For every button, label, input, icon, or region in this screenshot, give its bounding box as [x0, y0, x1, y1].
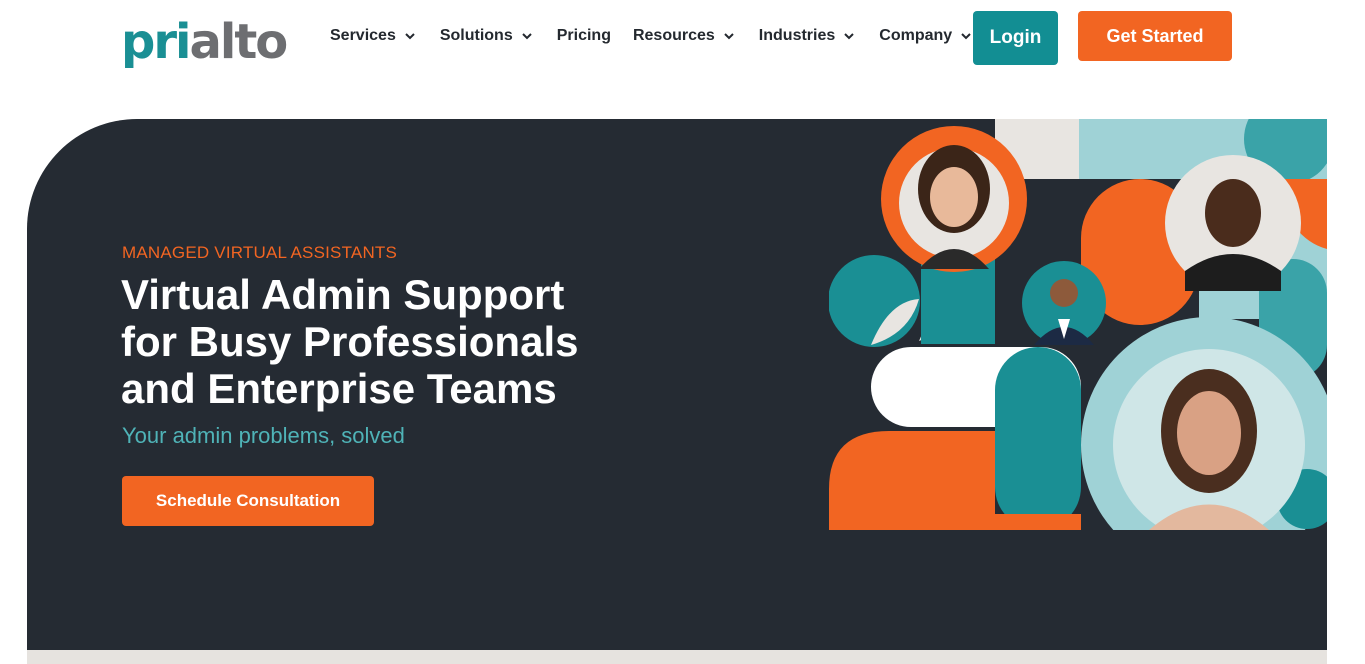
hero-eyebrow: MANAGED VIRTUAL ASSISTANTS	[122, 243, 398, 262]
site-header: pri alto Services Solutions Pricing Resou…	[0, 0, 1365, 80]
hero-headline: Virtual Admin Support for Busy Professio…	[121, 271, 641, 412]
nav-label: Resources	[632, 27, 715, 44]
hero-mosaic-image	[829, 119, 1327, 530]
logo-text-pri: pri	[121, 14, 191, 70]
hero-subline: Your admin problems, solved	[122, 423, 405, 448]
prialto-logo[interactable]: pri alto	[121, 12, 288, 72]
login-button[interactable]: Login	[973, 11, 1058, 65]
schedule-consultation-button[interactable]: Schedule Consultation	[122, 476, 374, 526]
headline-line: and Enterprise Teams	[121, 365, 557, 412]
chevron-down-icon	[724, 33, 734, 40]
chevron-down-icon	[961, 33, 971, 40]
next-section-edge	[27, 650, 1327, 664]
chevron-down-icon	[844, 33, 854, 40]
chevron-down-icon	[522, 33, 532, 40]
nav-item-pricing[interactable]: Pricing	[557, 24, 611, 48]
nav-label: Services	[330, 27, 396, 44]
headline-line: for Busy Professionals	[121, 318, 579, 365]
nav-label: Company	[879, 27, 953, 44]
nav-label: Industries	[758, 27, 836, 44]
nav-label: Solutions	[439, 27, 513, 44]
headline-line: Virtual Admin Support	[121, 271, 565, 318]
hero-section: MANAGED VIRTUAL ASSISTANTS Virtual Admin…	[27, 119, 1327, 650]
logo-text-alto: alto	[189, 14, 288, 70]
nav-item-industries[interactable]: Industries	[759, 24, 857, 48]
nav-item-services[interactable]: Services	[330, 24, 418, 48]
nav-item-company[interactable]: Company	[879, 24, 974, 48]
nav-label: Pricing	[556, 27, 611, 44]
get-started-button[interactable]: Get Started	[1078, 11, 1232, 61]
nav-item-solutions[interactable]: Solutions	[440, 24, 535, 48]
nav-item-resources[interactable]: Resources	[633, 24, 737, 48]
chevron-down-icon	[405, 33, 415, 40]
main-nav: Services Solutions Pricing Resources Ind…	[330, 24, 996, 48]
